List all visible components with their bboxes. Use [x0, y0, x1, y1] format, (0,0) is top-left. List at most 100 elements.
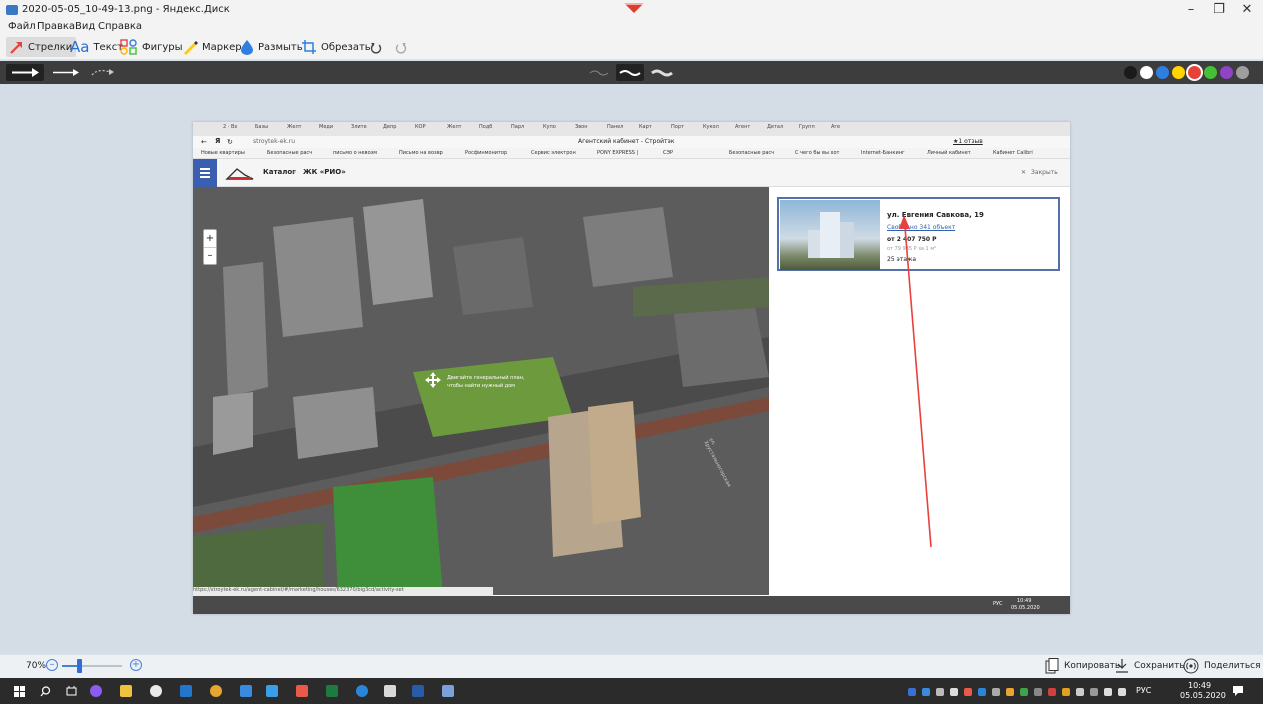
volume-icon[interactable]: [1118, 688, 1126, 696]
color-gray[interactable]: [1236, 66, 1249, 79]
map-3d-illustration: [193, 187, 769, 595]
yandex-disk-icon[interactable]: [384, 685, 396, 697]
browser-tab: Злите: [351, 124, 367, 130]
tray-icon-13[interactable]: [1076, 688, 1084, 696]
tray-icon-10[interactable]: [1034, 688, 1042, 696]
tray-icon-12[interactable]: [1062, 688, 1070, 696]
alice-icon[interactable]: [90, 685, 102, 697]
browser-status-url: https://stroytek-ek.ru/agent-cabinet/#/m…: [193, 587, 493, 596]
color-white[interactable]: [1140, 66, 1153, 79]
redo-icon[interactable]: [395, 42, 407, 54]
zoom-out-button[interactable]: –: [46, 659, 58, 671]
stroke-thin[interactable]: [586, 64, 612, 81]
stroke-medium[interactable]: [616, 64, 644, 81]
bookmark-item: Личный кабинет: [927, 150, 971, 156]
search-icon[interactable]: [40, 686, 51, 697]
save-button[interactable]: Сохранить: [1115, 658, 1185, 674]
blur-tool-label: Размыть: [258, 41, 303, 53]
arrow-style-dotted[interactable]: [88, 64, 118, 81]
app-colorful-icon[interactable]: [296, 685, 308, 697]
task-view-icon[interactable]: [66, 686, 77, 697]
arrow-style-thin[interactable]: [48, 64, 84, 81]
minimize-button[interactable]: –: [1180, 2, 1202, 18]
windows-start-icon[interactable]: [14, 686, 25, 697]
browser-address-bar: ← Я ↻ stroytek-ek.ru Агентский кабинет -…: [193, 136, 1070, 148]
tray-icon-6[interactable]: [978, 688, 986, 696]
color-red-selected[interactable]: [1188, 66, 1201, 79]
map-hint-line-1: Двигайте генеральный план,: [447, 375, 525, 381]
arrow-style-solid[interactable]: [6, 64, 44, 81]
keyboard-language[interactable]: РУС: [1136, 686, 1151, 695]
telegram-icon[interactable]: [240, 685, 252, 697]
taskbar-clock-time[interactable]: 10:49: [1188, 681, 1211, 690]
tray-icon-3[interactable]: [936, 688, 944, 696]
browser-tab: Желт: [447, 124, 462, 130]
edge-icon[interactable]: [266, 685, 278, 697]
tray-icon-11[interactable]: [1048, 688, 1056, 696]
word-icon[interactable]: [412, 685, 424, 697]
shapes-tool[interactable]: Фигуры: [116, 37, 187, 57]
tray-icon-1[interactable]: [908, 688, 916, 696]
window-title: 2020-05-05_10-49-13.png - Яндекс.Диск: [22, 4, 230, 15]
menu-view[interactable]: Вид: [75, 21, 95, 32]
inner-clock-time: 10:49: [1017, 598, 1032, 604]
zoom-slider-thumb[interactable]: [76, 659, 82, 673]
browser-tab: КОР: [415, 124, 426, 130]
menu-help[interactable]: Справка: [98, 21, 142, 32]
crop-tool[interactable]: Обрезать: [297, 37, 375, 57]
share-label: Поделиться: [1204, 661, 1261, 671]
tray-icon-7[interactable]: [992, 688, 1000, 696]
browser-tab: Карт: [639, 124, 652, 130]
close-button[interactable]: ✕: [1236, 2, 1258, 18]
app-icon: [6, 5, 18, 15]
share-button[interactable]: Поделиться: [1183, 658, 1261, 674]
menu-edit[interactable]: Правка: [37, 21, 75, 32]
yandex-browser-icon[interactable]: [150, 685, 162, 697]
tray-icon-8[interactable]: [1006, 688, 1014, 696]
restore-button[interactable]: ❐: [1208, 2, 1230, 18]
bookmark-item: Сервис электрон: [531, 150, 576, 156]
excel-icon[interactable]: [326, 685, 338, 697]
reload-icon: ↻: [227, 138, 233, 146]
app-window-icon[interactable]: [442, 685, 454, 697]
browser-tab: Парл: [511, 124, 525, 130]
tray-icon-5[interactable]: [964, 688, 972, 696]
notifications-icon[interactable]: [1232, 685, 1244, 697]
bookmark-item: Internet-Банкинг: [861, 150, 905, 156]
tray-icon-4[interactable]: [950, 688, 958, 696]
download-icon: [1116, 659, 1128, 673]
chrome-icon[interactable]: [210, 685, 222, 697]
zoom-bar: 70% – + Копировать Сохранить Поделиться: [0, 654, 1263, 678]
undo-icon[interactable]: [370, 42, 382, 54]
bookmark-item: С чего бы вы хот: [795, 150, 840, 156]
text-tool-icon: Aa: [70, 38, 90, 56]
color-green[interactable]: [1204, 66, 1217, 79]
browser-tab: Аге: [831, 124, 841, 130]
app-blue-icon[interactable]: [180, 685, 192, 697]
tray-icon-2[interactable]: [922, 688, 930, 696]
crop-icon: [302, 40, 316, 54]
taskbar-clock-date[interactable]: 05.05.2020: [1180, 691, 1226, 700]
color-purple[interactable]: [1220, 66, 1233, 79]
tray-icon-9[interactable]: [1020, 688, 1028, 696]
reviews-link: ★1 отзыв: [953, 138, 983, 145]
color-yellow[interactable]: [1172, 66, 1185, 79]
menu-bar: Файл Правка Вид Справка: [0, 20, 1263, 34]
skype-icon[interactable]: [356, 685, 368, 697]
stroke-thick[interactable]: [648, 64, 676, 81]
browser-tab: Детал: [767, 124, 784, 130]
menu-file[interactable]: Файл: [8, 21, 36, 32]
tray-icon-14[interactable]: [1090, 688, 1098, 696]
zoom-in-button[interactable]: +: [130, 659, 142, 671]
wave-medium-icon: [619, 70, 641, 76]
zoom-slider-track[interactable]: [62, 665, 122, 667]
copy-button[interactable]: Копировать: [1045, 658, 1120, 674]
bookmark-item: Новые квартиры: [201, 150, 245, 156]
color-blue[interactable]: [1156, 66, 1169, 79]
wave-thin-icon: [589, 70, 609, 76]
tool-options-bar: [0, 61, 1263, 84]
site-header: Каталог » ЖК «РИО» ✕ Закрыть: [193, 159, 1070, 187]
color-black[interactable]: [1124, 66, 1137, 79]
network-icon[interactable]: [1104, 688, 1112, 696]
file-explorer-icon[interactable]: [120, 685, 132, 697]
